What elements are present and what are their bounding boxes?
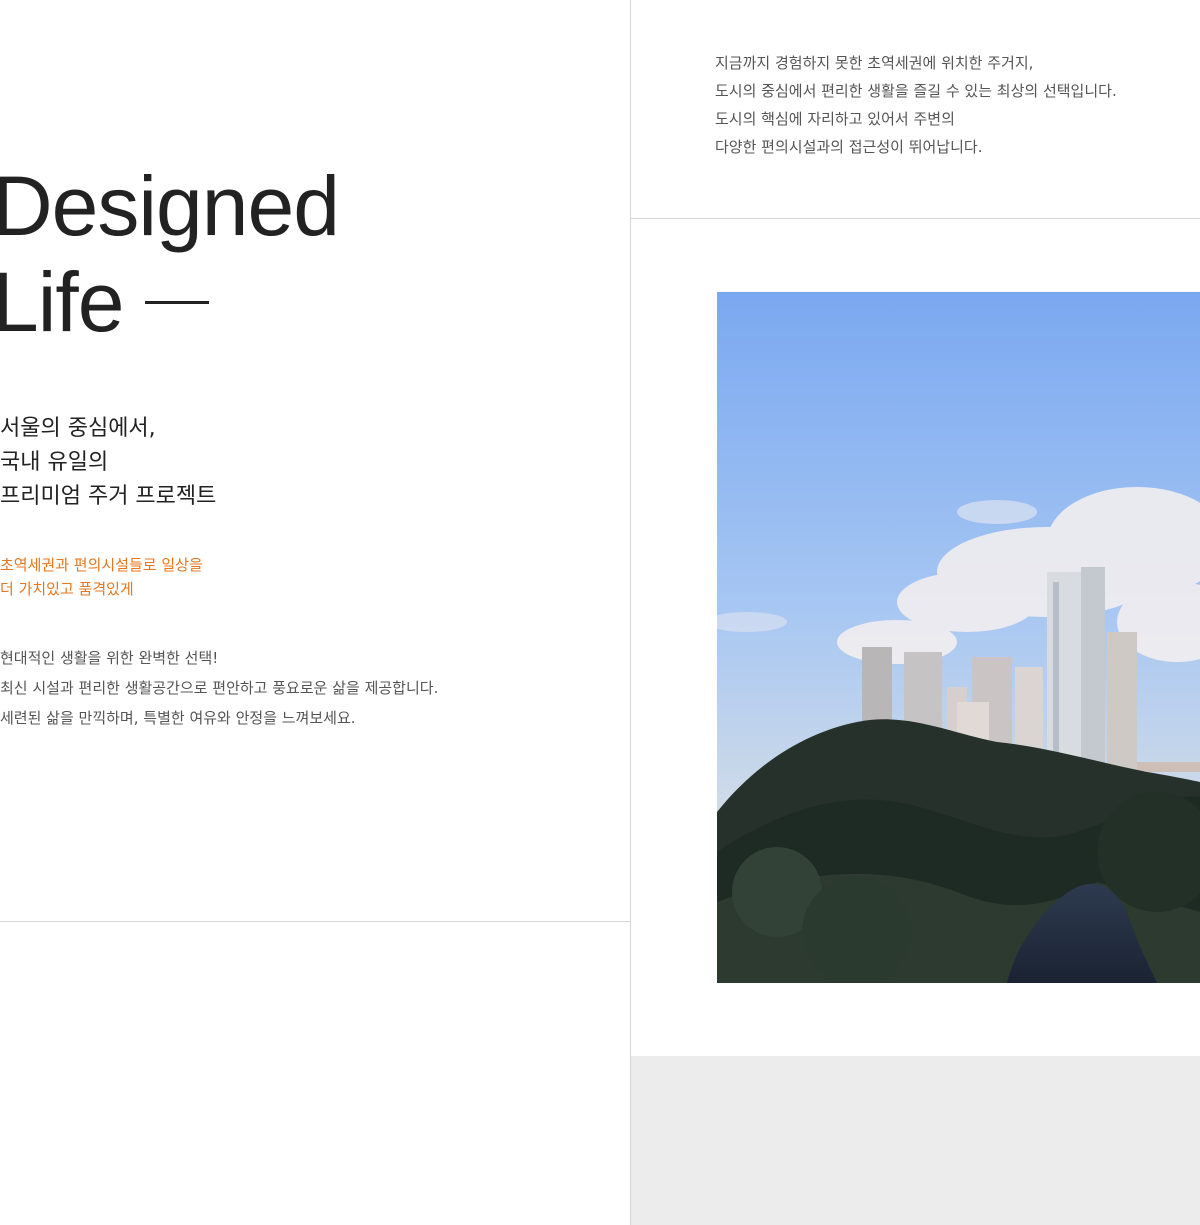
hero-title: Designed Life: [0, 158, 340, 350]
intro-line2: 도시의 중심에서 편리한 생활을 즐길 수 있는 최상의 선택입니다.: [715, 82, 1117, 100]
hero-title-line2: Life: [0, 254, 339, 350]
highlight-line2: 더 가치있고 품격있게: [0, 580, 134, 598]
title-dash: [145, 301, 210, 305]
intro-line4: 다양한 편의시설과의 접근성이 뛰어납니다.: [715, 138, 983, 156]
skyline-illustration: [717, 292, 1200, 983]
intro-line1: 지금까지 경험하지 못한 초역세권에 위치한 주거지,: [715, 54, 1034, 72]
description: 현대적인 생활을 위한 완벽한 선택! 최신 시설과 편리한 생활공간으로 편안…: [0, 643, 438, 733]
hero-title-line1: Designed: [0, 159, 340, 253]
highlight-text: 초역세권과 편의시설들로 일상을 더 가치있고 품격있게: [0, 553, 203, 601]
footer-panel: [631, 1056, 1200, 1225]
subheading-line3: 프리미엄 주거 프로젝트: [0, 484, 217, 509]
subheading-line2: 국내 유일의: [0, 450, 109, 475]
intro-text: 지금까지 경험하지 못한 초역세권에 위치한 주거지, 도시의 중심에서 편리한…: [715, 49, 1117, 161]
highlight-line1: 초역세권과 편의시설들로 일상을: [0, 556, 203, 574]
description-line2: 최신 시설과 편리한 생활공간으로 편안하고 풍요로운 삶을 제공합니다.: [0, 679, 439, 697]
divider-vertical: [630, 0, 631, 1225]
subheading-line1: 서울의 중심에서,: [0, 416, 156, 441]
description-line3: 세련된 삶을 만끽하며, 특별한 여유와 안정을 느껴보세요.: [0, 709, 356, 727]
intro-line3: 도시의 핵심에 자리하고 있어서 주변의: [715, 110, 955, 128]
page: Designed Life 서울의 중심에서, 국내 유일의 프리미엄 주거 프…: [0, 0, 1200, 1225]
skyline-photo: [717, 292, 1200, 983]
hero-title-life: Life: [0, 255, 124, 349]
subheading: 서울의 중심에서, 국내 유일의 프리미엄 주거 프로젝트: [0, 412, 216, 514]
divider-right: [631, 218, 1200, 219]
divider-left: [0, 921, 630, 922]
description-line1: 현대적인 생활을 위한 완벽한 선택!: [0, 649, 219, 667]
